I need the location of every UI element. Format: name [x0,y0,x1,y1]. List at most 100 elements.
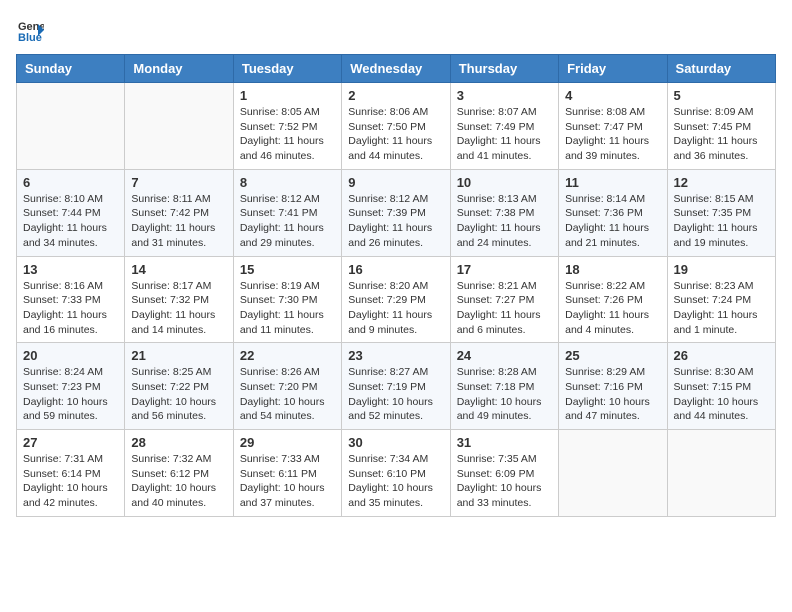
day-info: Sunrise: 8:20 AM Sunset: 7:29 PM Dayligh… [348,279,443,338]
day-info: Sunrise: 8:21 AM Sunset: 7:27 PM Dayligh… [457,279,552,338]
calendar-cell: 11 Sunrise: 8:14 AM Sunset: 7:36 PM Dayli… [559,169,667,256]
day-number: 8 [240,175,335,190]
day-number: 28 [131,435,226,450]
calendar-cell: 3 Sunrise: 8:07 AM Sunset: 7:49 PM Daylig… [450,83,558,170]
day-number: 3 [457,88,552,103]
day-number: 22 [240,348,335,363]
weekday-header-thursday: Thursday [450,55,558,83]
day-info: Sunrise: 8:10 AM Sunset: 7:44 PM Dayligh… [23,192,118,251]
day-number: 16 [348,262,443,277]
calendar-cell: 2 Sunrise: 8:06 AM Sunset: 7:50 PM Daylig… [342,83,450,170]
calendar-cell: 24 Sunrise: 8:28 AM Sunset: 7:18 PM Dayli… [450,343,558,430]
day-number: 5 [674,88,769,103]
day-number: 18 [565,262,660,277]
calendar-cell: 14 Sunrise: 8:17 AM Sunset: 7:32 PM Dayli… [125,256,233,343]
day-info: Sunrise: 8:24 AM Sunset: 7:23 PM Dayligh… [23,365,118,424]
day-number: 21 [131,348,226,363]
day-number: 2 [348,88,443,103]
day-number: 1 [240,88,335,103]
day-number: 26 [674,348,769,363]
calendar-cell: 23 Sunrise: 8:27 AM Sunset: 7:19 PM Dayli… [342,343,450,430]
calendar-cell: 10Sunrise: 8:13 AM Sunset: 7:38 PM Dayli… [450,169,558,256]
calendar-header-row: SundayMondayTuesdayWednesdayThursdayFrid… [17,55,776,83]
calendar-cell: 12Sunrise: 8:15 AM Sunset: 7:35 PM Dayli… [667,169,775,256]
day-number: 13 [23,262,118,277]
day-info: Sunrise: 7:31 AM Sunset: 6:14 PM Dayligh… [23,452,118,511]
day-info: Sunrise: 8:25 AM Sunset: 7:22 PM Dayligh… [131,365,226,424]
day-number: 31 [457,435,552,450]
calendar-cell: 20Sunrise: 8:24 AM Sunset: 7:23 PM Dayli… [17,343,125,430]
calendar-cell: 8 Sunrise: 8:12 AM Sunset: 7:41 PM Daylig… [233,169,341,256]
day-info: Sunrise: 8:30 AM Sunset: 7:15 PM Dayligh… [674,365,769,424]
calendar-cell: 25 Sunrise: 8:29 AM Sunset: 7:16 PM Dayli… [559,343,667,430]
calendar-week-2: 6 Sunrise: 8:10 AM Sunset: 7:44 PM Daylig… [17,169,776,256]
calendar-cell: 22 Sunrise: 8:26 AM Sunset: 7:20 PM Dayli… [233,343,341,430]
day-number: 14 [131,262,226,277]
day-info: Sunrise: 8:11 AM Sunset: 7:42 PM Dayligh… [131,192,226,251]
calendar-cell: 26 Sunrise: 8:30 AM Sunset: 7:15 PM Dayli… [667,343,775,430]
calendar-cell: 28 Sunrise: 7:32 AM Sunset: 6:12 PM Dayli… [125,430,233,517]
calendar-cell [667,430,775,517]
day-number: 24 [457,348,552,363]
day-number: 11 [565,175,660,190]
calendar-cell: 7 Sunrise: 8:11 AM Sunset: 7:42 PM Daylig… [125,169,233,256]
calendar-week-1: 1 Sunrise: 8:05 AM Sunset: 7:52 PM Daylig… [17,83,776,170]
calendar-week-3: 13 Sunrise: 8:16 AM Sunset: 7:33 PM Dayli… [17,256,776,343]
calendar-cell [125,83,233,170]
calendar-cell: 30 Sunrise: 7:34 AM Sunset: 6:10 PM Dayli… [342,430,450,517]
day-info: Sunrise: 7:32 AM Sunset: 6:12 PM Dayligh… [131,452,226,511]
day-info: Sunrise: 8:22 AM Sunset: 7:26 PM Dayligh… [565,279,660,338]
day-info: Sunrise: 7:35 AM Sunset: 6:09 PM Dayligh… [457,452,552,511]
calendar-table: SundayMondayTuesdayWednesdayThursdayFrid… [16,54,776,517]
day-info: Sunrise: 8:28 AM Sunset: 7:18 PM Dayligh… [457,365,552,424]
day-number: 29 [240,435,335,450]
calendar-cell: 19 Sunrise: 8:23 AM Sunset: 7:24 PM Dayli… [667,256,775,343]
day-info: Sunrise: 8:08 AM Sunset: 7:47 PM Dayligh… [565,105,660,164]
weekday-header-saturday: Saturday [667,55,775,83]
calendar-cell: 6 Sunrise: 8:10 AM Sunset: 7:44 PM Daylig… [17,169,125,256]
calendar-cell: 29 Sunrise: 7:33 AM Sunset: 6:11 PM Dayli… [233,430,341,517]
calendar-week-4: 20Sunrise: 8:24 AM Sunset: 7:23 PM Dayli… [17,343,776,430]
day-info: Sunrise: 7:33 AM Sunset: 6:11 PM Dayligh… [240,452,335,511]
day-number: 7 [131,175,226,190]
day-info: Sunrise: 8:05 AM Sunset: 7:52 PM Dayligh… [240,105,335,164]
day-info: Sunrise: 8:23 AM Sunset: 7:24 PM Dayligh… [674,279,769,338]
calendar-cell: 9Sunrise: 8:12 AM Sunset: 7:39 PM Daylig… [342,169,450,256]
calendar-cell [559,430,667,517]
weekday-header-wednesday: Wednesday [342,55,450,83]
day-number: 6 [23,175,118,190]
day-info: Sunrise: 7:34 AM Sunset: 6:10 PM Dayligh… [348,452,443,511]
day-number: 4 [565,88,660,103]
calendar-week-5: 27Sunrise: 7:31 AM Sunset: 6:14 PM Dayli… [17,430,776,517]
day-info: Sunrise: 8:26 AM Sunset: 7:20 PM Dayligh… [240,365,335,424]
calendar-cell: 31 Sunrise: 7:35 AM Sunset: 6:09 PM Dayli… [450,430,558,517]
calendar-cell: 16 Sunrise: 8:20 AM Sunset: 7:29 PM Dayli… [342,256,450,343]
day-number: 12 [674,175,769,190]
day-info: Sunrise: 8:12 AM Sunset: 7:41 PM Dayligh… [240,192,335,251]
day-info: Sunrise: 8:14 AM Sunset: 7:36 PM Dayligh… [565,192,660,251]
day-number: 9 [348,175,443,190]
day-number: 17 [457,262,552,277]
calendar-cell: 18 Sunrise: 8:22 AM Sunset: 7:26 PM Dayli… [559,256,667,343]
logo: General Blue [16,16,48,44]
day-number: 30 [348,435,443,450]
day-number: 23 [348,348,443,363]
day-info: Sunrise: 8:09 AM Sunset: 7:45 PM Dayligh… [674,105,769,164]
calendar-cell: 4 Sunrise: 8:08 AM Sunset: 7:47 PM Daylig… [559,83,667,170]
day-number: 15 [240,262,335,277]
weekday-header-tuesday: Tuesday [233,55,341,83]
logo-icon: General Blue [16,16,44,44]
day-info: Sunrise: 8:13 AM Sunset: 7:38 PM Dayligh… [457,192,552,251]
weekday-header-sunday: Sunday [17,55,125,83]
day-number: 19 [674,262,769,277]
weekday-header-friday: Friday [559,55,667,83]
day-info: Sunrise: 8:07 AM Sunset: 7:49 PM Dayligh… [457,105,552,164]
day-info: Sunrise: 8:29 AM Sunset: 7:16 PM Dayligh… [565,365,660,424]
header: General Blue [16,16,776,44]
day-number: 25 [565,348,660,363]
day-info: Sunrise: 8:27 AM Sunset: 7:19 PM Dayligh… [348,365,443,424]
day-info: Sunrise: 8:16 AM Sunset: 7:33 PM Dayligh… [23,279,118,338]
day-info: Sunrise: 8:06 AM Sunset: 7:50 PM Dayligh… [348,105,443,164]
calendar-cell: 13 Sunrise: 8:16 AM Sunset: 7:33 PM Dayli… [17,256,125,343]
day-info: Sunrise: 8:17 AM Sunset: 7:32 PM Dayligh… [131,279,226,338]
